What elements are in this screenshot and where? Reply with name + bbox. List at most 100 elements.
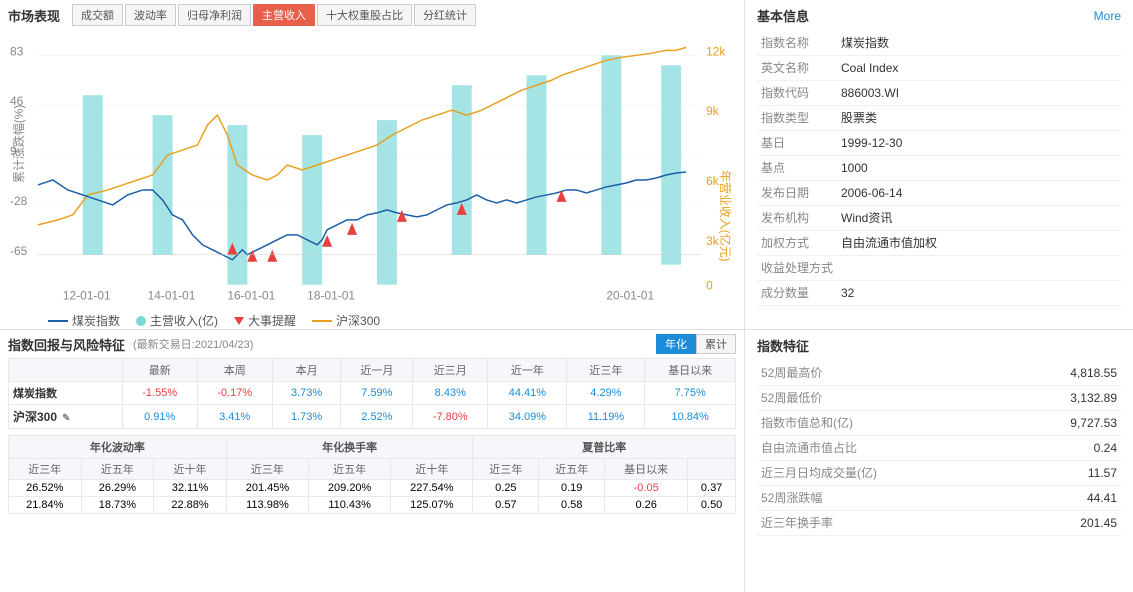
vol-table: 年化波动率 年化换手率 夏普比率 近三年 近五年 近十年 近三年 近五年 近十年… <box>8 435 736 514</box>
vol-d1-6: 227.54% <box>391 480 473 497</box>
info-label-basepoint: 基点 <box>757 156 837 181</box>
feat-label-3yturnover: 近三年换手率 <box>757 511 1010 536</box>
features-table: 52周最高价 4,818.55 52周最低价 3,132.89 指数市值总和(亿… <box>757 361 1121 536</box>
edit-icon[interactable]: ✎ <box>62 413 70 424</box>
legend-revenue: 主营收入(亿) <box>136 312 218 329</box>
return-row-coal: 煤炭指数 -1.55% -0.17% 3.73% 7.59% 8.43% 44.… <box>9 382 736 405</box>
info-value-engname: Coal Index <box>837 56 1121 81</box>
vol-data-row-2: 21.84% 18.73% 22.88% 113.98% 110.43% 125… <box>9 497 736 514</box>
vol-data-row-1: 26.52% 26.29% 32.11% 201.45% 209.20% 227… <box>9 480 736 497</box>
svg-text:3k: 3k <box>706 234 719 248</box>
svg-text:16-01-01: 16-01-01 <box>227 289 275 303</box>
vol-d2-2: 18.73% <box>81 497 154 514</box>
svg-text:-65: -65 <box>10 244 28 258</box>
tab-zhuyingshouru[interactable]: 主营收入 <box>253 4 315 26</box>
info-row-type: 指数类型 股票类 <box>757 106 1121 131</box>
vol-sub-5y-3: 近五年 <box>539 459 605 480</box>
info-value-basepoint: 1000 <box>837 156 1121 181</box>
info-panel-header: 基本信息 More <box>757 6 1121 25</box>
toggle-annual[interactable]: 年化 <box>656 334 696 354</box>
info-value-returns <box>837 256 1121 281</box>
return-panel: 指数回报与风险特征 (最新交易日:2021/04/23) 年化 累计 最新 本周… <box>0 330 745 592</box>
vol-d2-3: 22.88% <box>154 497 227 514</box>
feat-value-3yturnover: 201.45 <box>1010 511 1121 536</box>
tab-guimu[interactable]: 归母净利润 <box>178 4 251 26</box>
info-row-basepoint: 基点 1000 <box>757 156 1121 181</box>
feat-label-52change: 52周涨跌幅 <box>757 486 1010 511</box>
toggle-cumulative[interactable]: 累计 <box>696 334 736 354</box>
info-label-engname: 英文名称 <box>757 56 837 81</box>
vol-d2-9: 0.26 <box>605 497 688 514</box>
svg-text:12-01-01: 12-01-01 <box>63 289 111 303</box>
tab-chengjiaoe[interactable]: 成交额 <box>72 4 123 26</box>
info-label-type: 指数类型 <box>757 106 837 131</box>
info-value-weighting: 自由流通市值加权 <box>837 231 1121 256</box>
vol-sub-10y-2: 近十年 <box>391 459 473 480</box>
vol-header-sharpe: 夏普比率 <box>473 436 736 459</box>
volatility-section: 年化波动率 年化换手率 夏普比率 近三年 近五年 近十年 近三年 近五年 近十年… <box>8 435 736 514</box>
return-coal-3y: 4.29% <box>567 382 645 405</box>
vol-d1-3: 32.11% <box>154 480 227 497</box>
return-name-hs300: 沪深300 ✎ <box>9 405 123 429</box>
svg-text:9k: 9k <box>706 104 719 118</box>
vol-d1-2: 26.29% <box>81 480 154 497</box>
return-coal-3m: 8.43% <box>413 382 488 405</box>
return-coal-week: -0.17% <box>197 382 272 405</box>
return-hs300-3y: 11.19% <box>567 405 645 429</box>
features-panel: 指数特征 52周最高价 4,818.55 52周最低价 3,132.89 指数市… <box>745 330 1133 592</box>
vol-d2-6: 125.07% <box>391 497 473 514</box>
info-value-code: 886003.WI <box>837 81 1121 106</box>
vol-d1-1: 26.52% <box>9 480 82 497</box>
return-hs300-month: 1.73% <box>272 405 341 429</box>
vol-header-annual: 年化波动率 <box>9 436 227 459</box>
info-row-publisher: 发布机构 Wind资讯 <box>757 206 1121 231</box>
return-panel-title: 指数回报与风险特征 <box>8 335 125 354</box>
feat-row-low52: 52周最低价 3,132.89 <box>757 386 1121 411</box>
vol-sub-3y-3: 近三年 <box>473 459 539 480</box>
tab-fenhong[interactable]: 分红统计 <box>414 4 476 26</box>
more-link[interactable]: More <box>1094 9 1121 23</box>
return-hs300-week: 3.41% <box>197 405 272 429</box>
feat-row-mktcap: 指数市值总和(亿) 9,727.53 <box>757 411 1121 436</box>
svg-text:12k: 12k <box>706 44 725 58</box>
info-row-components: 成分数量 32 <box>757 281 1121 306</box>
col-header-month: 本月 <box>272 359 341 382</box>
feat-value-52change: 44.41 <box>1010 486 1121 511</box>
vol-d2-5: 110.43% <box>309 497 391 514</box>
return-coal-base: 7.75% <box>645 382 736 405</box>
vol-d1-4: 201.45% <box>226 480 308 497</box>
features-panel-title: 指数特征 <box>757 336 1121 355</box>
info-row-engname: 英文名称 Coal Index <box>757 56 1121 81</box>
feat-value-mktcap: 9,727.53 <box>1010 411 1121 436</box>
tab-shida[interactable]: 十大权重股占比 <box>317 4 412 26</box>
info-row-name: 指数名称 煤炭指数 <box>757 31 1121 56</box>
vol-header-row: 年化波动率 年化换手率 夏普比率 <box>9 436 736 459</box>
vol-d1-9: -0.05 <box>605 480 688 497</box>
return-coal-1m: 7.59% <box>341 382 413 405</box>
market-panel-header: 市场表现 成交额 波动率 归母净利润 主营收入 十大权重股占比 分红统计 <box>8 4 736 26</box>
tab-bodoelv[interactable]: 波动率 <box>125 4 176 26</box>
main-container: 市场表现 成交额 波动率 归母净利润 主营收入 十大权重股占比 分红统计 83 … <box>0 0 1133 592</box>
col-header-1m: 近一月 <box>341 359 413 382</box>
chart-legend: 煤炭指数 主营收入(亿) 大事提醒 沪深300 <box>8 312 736 329</box>
feat-label-low52: 52周最低价 <box>757 386 1010 411</box>
col-header-3m: 近三月 <box>413 359 488 382</box>
vol-d2-7: 0.57 <box>473 497 539 514</box>
vol-d1-10: 0.37 <box>688 480 736 497</box>
svg-text:6k: 6k <box>706 174 719 188</box>
vol-sub-extra <box>688 459 736 480</box>
info-label-code: 指数代码 <box>757 81 837 106</box>
feat-label-mktcap: 指数市值总和(亿) <box>757 411 1010 436</box>
feat-label-high52: 52周最高价 <box>757 361 1010 386</box>
info-row-returns: 收益处理方式 <box>757 256 1121 281</box>
info-label-components: 成分数量 <box>757 281 837 306</box>
col-header-name <box>9 359 123 382</box>
return-coal-1y: 44.41% <box>488 382 567 405</box>
return-table-header-row: 最新 本周 本月 近一月 近三月 近一年 近三年 基日以来 <box>9 359 736 382</box>
vol-d2-4: 113.98% <box>226 497 308 514</box>
chart-svg: 83 46 9 -28 -65 12k 9k 6k 3k 0 累计涨跌幅(%) … <box>8 30 736 310</box>
tab-group: 成交额 波动率 归母净利润 主营收入 十大权重股占比 分红统计 <box>72 4 476 26</box>
col-header-week: 本周 <box>197 359 272 382</box>
feat-label-avgvol: 近三月日均成交量(亿) <box>757 461 1010 486</box>
return-hs300-3m: -7.80% <box>413 405 488 429</box>
